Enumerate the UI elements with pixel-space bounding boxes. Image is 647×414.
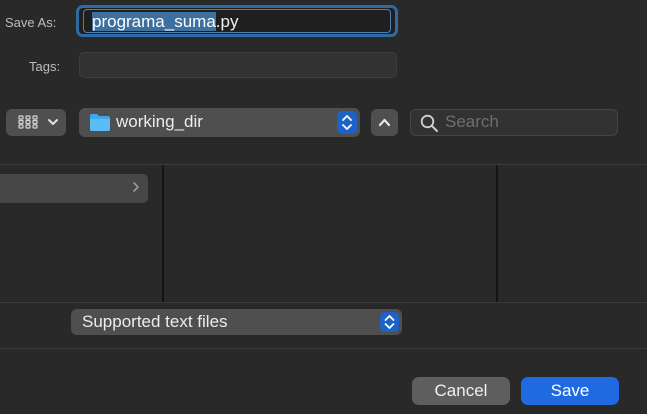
chevron-right-icon (133, 182, 139, 192)
tags-field[interactable] (79, 52, 397, 78)
filename-extension: .py (215, 12, 239, 31)
view-mode-button[interactable] (6, 109, 66, 136)
filename-input[interactable]: programa_suma.py (83, 9, 391, 33)
grid-icon (18, 115, 38, 129)
file-format-label: Supported text files (82, 312, 228, 331)
search-input[interactable] (445, 112, 610, 132)
location-name: working_dir (116, 112, 203, 131)
parent-folder-button[interactable] (371, 109, 398, 136)
column-divider-1[interactable] (162, 165, 164, 302)
browser-top-divider (0, 164, 647, 165)
updown-chevron-icon (384, 315, 395, 329)
search-field[interactable] (410, 109, 618, 136)
column-divider-2[interactable] (496, 165, 498, 302)
filename-selected-text: programa_suma (92, 12, 216, 31)
file-format-updown-stepper[interactable] (380, 312, 399, 332)
location-popup[interactable]: working_dir (79, 108, 360, 137)
filename-field[interactable]: programa_suma.py (76, 5, 398, 37)
footer-divider (0, 348, 647, 349)
browser-row-selected[interactable] (0, 174, 148, 203)
folder-icon (90, 114, 110, 131)
file-format-popup[interactable]: Supported text files (71, 309, 402, 335)
save-button[interactable]: Save (521, 377, 619, 405)
search-icon (420, 114, 438, 132)
location-updown-stepper[interactable] (337, 111, 357, 134)
chevron-up-icon (378, 118, 391, 127)
browser-bottom-divider (0, 302, 647, 303)
tags-label: Tags: (29, 59, 61, 74)
chevron-down-icon (48, 119, 58, 125)
updown-chevron-icon (342, 115, 352, 130)
save-as-label: Save As: (5, 15, 57, 30)
cancel-button[interactable]: Cancel (412, 377, 510, 405)
